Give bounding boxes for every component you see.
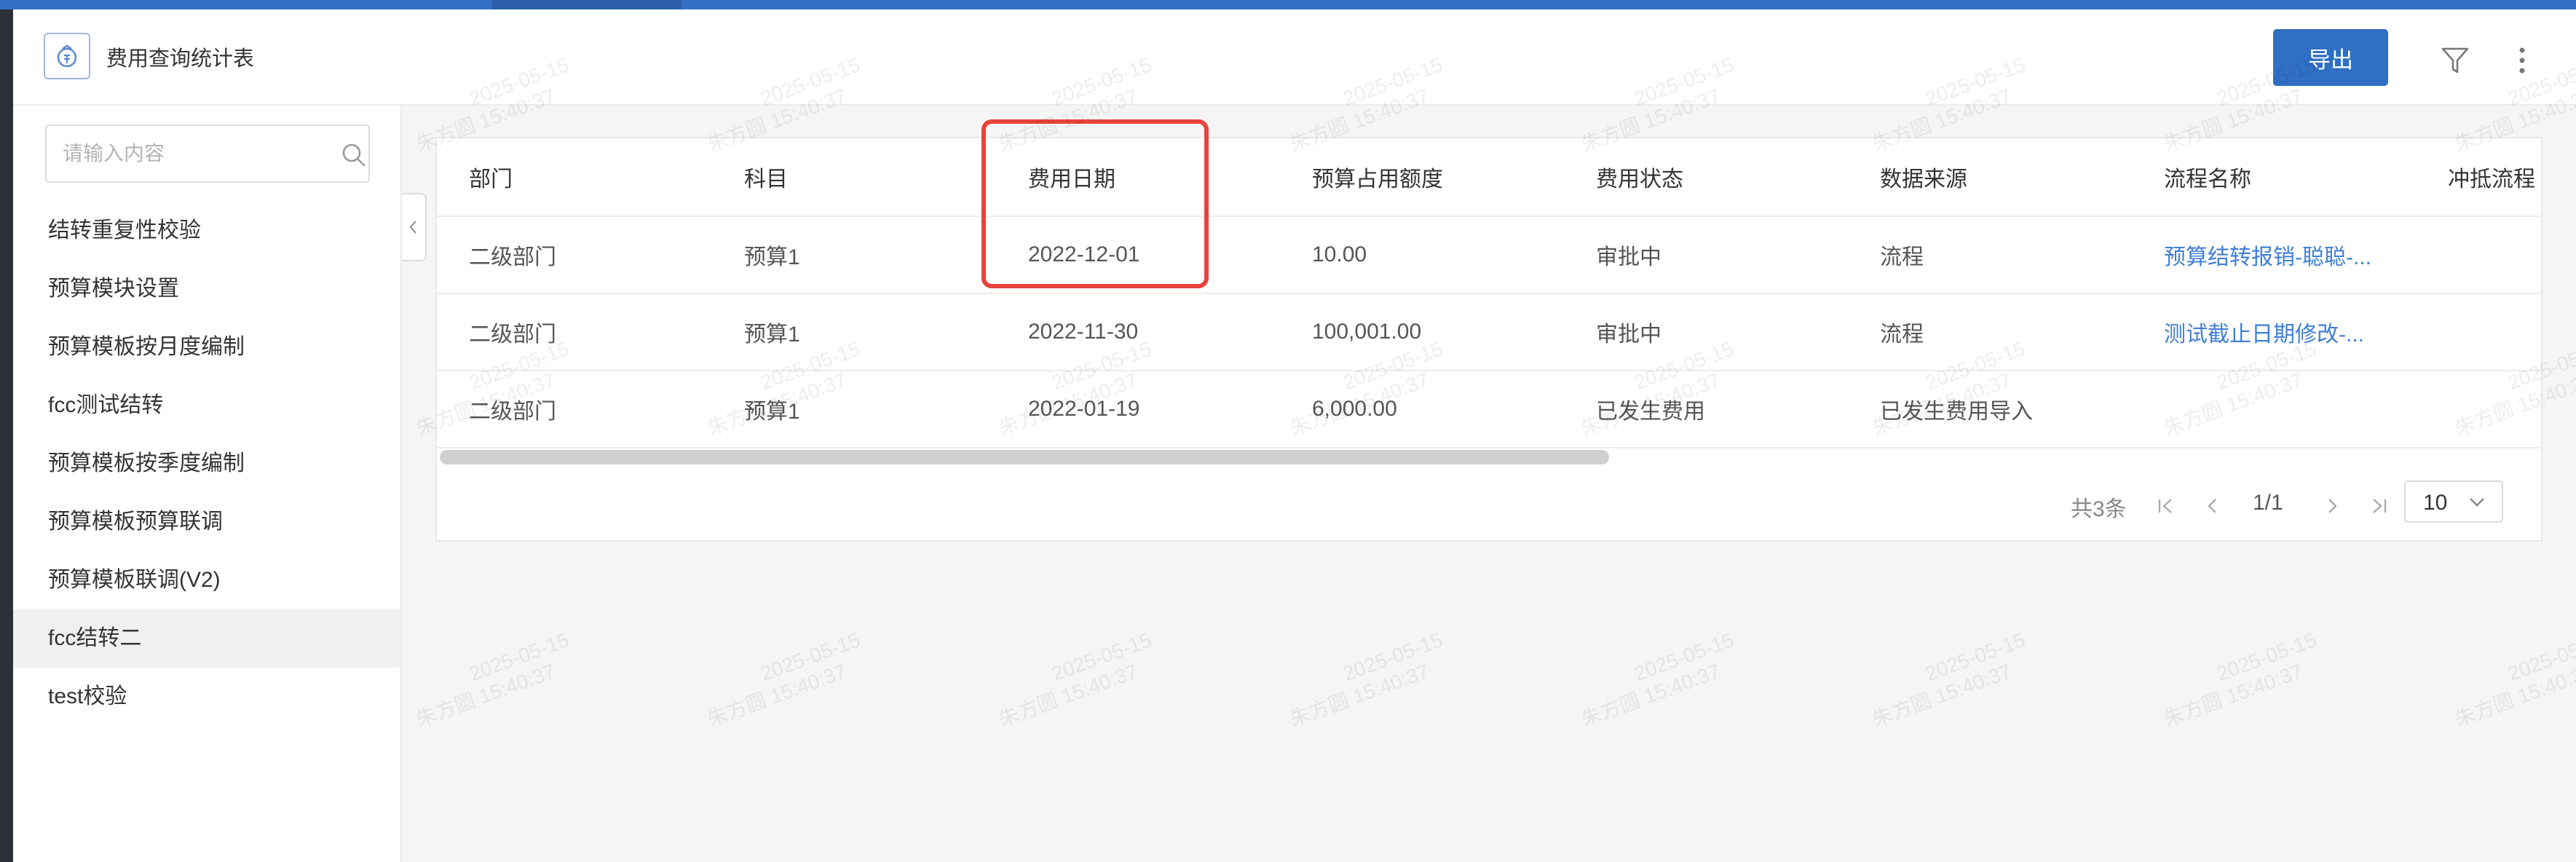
top-accent-bar xyxy=(0,0,2576,9)
watermark: 2025-05-15朱方圆 15:40:37 xyxy=(1869,628,2028,731)
column-header[interactable]: 科目 xyxy=(744,138,788,216)
prev-page-icon[interactable] xyxy=(2202,495,2224,517)
table-cell: 已发生费用 xyxy=(1596,400,1705,424)
chevron-left-icon xyxy=(409,221,416,234)
watermark: 2025-05-15朱方圆 15:40:37 xyxy=(2451,628,2576,731)
top-accent-segment xyxy=(492,0,681,9)
last-page-icon[interactable] xyxy=(2368,495,2390,517)
table-row[interactable]: 二级部门 预算1 2022-01-19 6,000.00 已发生费用 已发生费用… xyxy=(437,371,2541,448)
table-cell: 二级部门 xyxy=(469,245,556,269)
table-cell: 审批中 xyxy=(1596,245,1662,269)
first-page-icon[interactable] xyxy=(2155,495,2177,517)
watermark: 2025-05-15朱方圆 15:40:37 xyxy=(995,628,1155,731)
sidebar-item[interactable]: 预算模板预算联调 xyxy=(13,493,400,551)
table-cell: 6,000.00 xyxy=(1312,397,1397,421)
table-cell: 预算1 xyxy=(744,323,800,347)
export-button[interactable]: 导出 xyxy=(2273,29,2388,86)
total-count: 共3条 xyxy=(2071,497,2127,521)
wallet-icon xyxy=(44,33,90,79)
watermark: 2025-05-15朱方圆 15:40:37 xyxy=(1578,628,1737,731)
table-cell: 100,001.00 xyxy=(1312,320,1422,344)
page-title: 费用查询统计表 xyxy=(106,47,255,71)
sidebar-item[interactable]: 预算模板按季度编制 xyxy=(13,435,400,493)
search-icon[interactable] xyxy=(339,141,368,170)
horizontal-scrollbar[interactable] xyxy=(440,450,1609,464)
highlight-annotation-box xyxy=(981,119,1209,288)
sidebar-item[interactable]: 预算模板按月度编制 xyxy=(13,318,400,376)
sidebar-item[interactable]: test校验 xyxy=(13,668,400,726)
table-cell: 预算1 xyxy=(744,400,800,424)
app-header: 费用查询统计表 导出 xyxy=(13,9,2576,106)
column-header[interactable]: 费用状态 xyxy=(1596,138,1683,216)
sidebar-item-active[interactable]: fcc结转二 xyxy=(13,609,400,668)
page-size-value: 10 xyxy=(2423,491,2448,515)
table-cell: 2022-01-19 xyxy=(1028,397,1140,421)
data-table-card: 部门 科目 费用日期 预算占用额度 费用状态 数据来源 流程名称 冲抵流程 二级… xyxy=(435,137,2543,542)
process-link[interactable]: 预算结转报销-聪聪-... xyxy=(2164,217,2371,293)
sidebar-collapse-handle[interactable] xyxy=(402,193,427,261)
sidebar-item[interactable]: fcc测试结转 xyxy=(13,376,400,435)
table-cell: 流程 xyxy=(1880,323,1924,347)
column-header[interactable]: 预算占用额度 xyxy=(1312,138,1443,216)
table-cell: 预算1 xyxy=(744,245,800,269)
nav-list: 结转重复性校验 预算模块设置 预算模板按月度编制 fcc测试结转 预算模板按季度… xyxy=(13,202,400,726)
page-size-select[interactable]: 10 xyxy=(2404,481,2503,523)
sidebar-item[interactable]: 预算模板联调(V2) xyxy=(13,551,400,609)
more-vertical-icon[interactable] xyxy=(2513,44,2531,76)
table-cell: 二级部门 xyxy=(469,323,556,347)
table-cell: 10.00 xyxy=(1312,242,1367,266)
sidebar: 结转重复性校验 预算模块设置 预算模板按月度编制 fcc测试结转 预算模板按季度… xyxy=(13,106,402,862)
column-header[interactable]: 流程名称 xyxy=(2164,138,2251,216)
watermark: 2025-05-15朱方圆 15:40:37 xyxy=(2160,628,2320,731)
table-cell: 审批中 xyxy=(1596,323,1662,347)
pagination: 共3条 1/1 10 xyxy=(437,481,2541,531)
watermark: 2025-05-15朱方圆 15:40:37 xyxy=(1287,628,1446,731)
process-link[interactable]: 测试截止日期修改-... xyxy=(2164,294,2364,370)
watermark: 2025-05-15朱方圆 15:40:37 xyxy=(413,628,572,731)
filter-icon[interactable] xyxy=(2439,44,2471,76)
column-header[interactable]: 数据来源 xyxy=(1880,138,1967,216)
table-header: 部门 科目 费用日期 预算占用额度 费用状态 数据来源 流程名称 冲抵流程 xyxy=(437,138,2541,217)
next-page-icon[interactable] xyxy=(2321,495,2343,517)
table-cell: 二级部门 xyxy=(469,400,556,424)
left-edge-strip xyxy=(0,9,13,862)
search-input[interactable] xyxy=(63,126,325,181)
column-header[interactable]: 冲抵流程 xyxy=(2448,138,2535,216)
chevron-down-icon xyxy=(2470,498,2484,507)
table-cell: 已发生费用导入 xyxy=(1880,400,2033,424)
sidebar-item[interactable]: 结转重复性校验 xyxy=(13,202,400,260)
table-row[interactable]: 二级部门 预算1 2022-11-30 100,001.00 审批中 流程 测试… xyxy=(437,294,2541,371)
watermark: 2025-05-15朱方圆 15:40:37 xyxy=(704,628,864,731)
sidebar-item[interactable]: 预算模块设置 xyxy=(13,260,400,318)
search-box xyxy=(45,124,370,183)
column-header[interactable]: 部门 xyxy=(469,138,513,216)
table-row[interactable]: 二级部门 预算1 2022-12-01 10.00 审批中 流程 预算结转报销-… xyxy=(437,217,2541,294)
table-cell: 流程 xyxy=(1880,245,1924,269)
table-cell: 2022-11-30 xyxy=(1028,320,1139,344)
page-indicator: 1/1 xyxy=(2253,491,2283,515)
